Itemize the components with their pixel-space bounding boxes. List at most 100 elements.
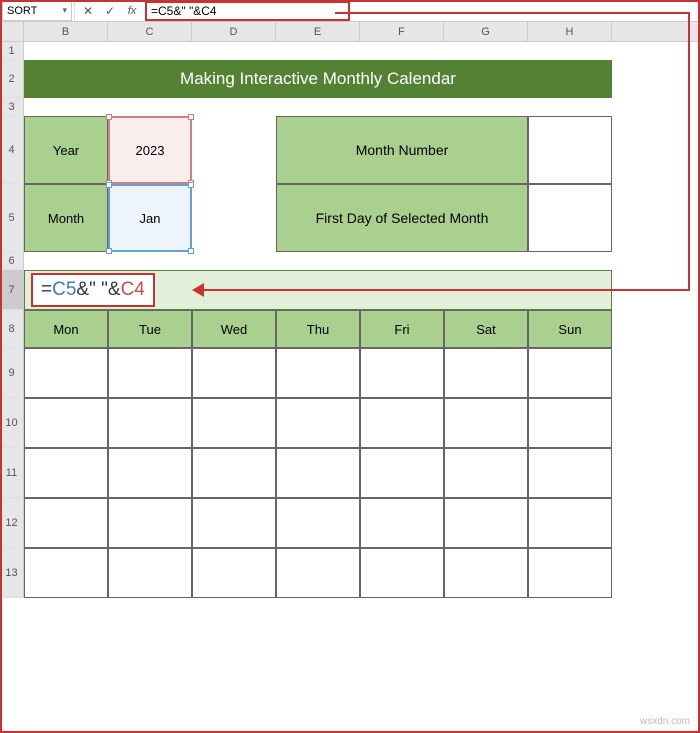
calendar-cell[interactable]	[528, 498, 612, 548]
calendar-row	[24, 498, 612, 548]
row-header-7[interactable]: 7	[0, 270, 24, 310]
month-value-cell[interactable]: Jan	[108, 184, 192, 252]
day-header-sun[interactable]: Sun	[528, 310, 612, 348]
calendar-cell[interactable]	[24, 398, 108, 448]
annotation-arrow	[688, 12, 690, 290]
formula-string: " "	[89, 279, 108, 300]
formula-amp: &	[76, 279, 89, 300]
col-header-E[interactable]: E	[276, 22, 360, 41]
calendar-cell[interactable]	[444, 398, 528, 448]
confirm-icon[interactable]: ✓	[103, 4, 117, 18]
year-label-cell[interactable]: Year	[24, 116, 108, 184]
sheet-area[interactable]: Making Interactive Monthly Calendar Year…	[24, 42, 700, 598]
day-header-mon[interactable]: Mon	[24, 310, 108, 348]
calendar-cell[interactable]	[444, 498, 528, 548]
calendar-cell[interactable]	[528, 348, 612, 398]
calendar-cell[interactable]	[360, 448, 444, 498]
calendar-cell[interactable]	[528, 398, 612, 448]
row-header-5[interactable]: 5	[0, 184, 24, 252]
first-day-value[interactable]	[528, 184, 612, 252]
col-header-D[interactable]: D	[192, 22, 276, 41]
calendar-cell[interactable]	[192, 498, 276, 548]
row-header-9[interactable]: 9	[0, 348, 24, 398]
year-value-cell[interactable]: 2023	[108, 116, 192, 184]
calendar-cell[interactable]	[108, 348, 192, 398]
calendar-cell[interactable]	[444, 448, 528, 498]
name-box-value: SORT	[7, 5, 37, 17]
day-header-fri[interactable]: Fri	[360, 310, 444, 348]
row-header-11[interactable]: 11	[0, 448, 24, 498]
month-number-label[interactable]: Month Number	[276, 116, 528, 184]
calendar-cell[interactable]	[108, 448, 192, 498]
calendar-cell[interactable]	[192, 448, 276, 498]
calendar-cell[interactable]	[528, 548, 612, 598]
calendar-row	[24, 348, 612, 398]
selection-handle	[188, 114, 194, 120]
row-header-10[interactable]: 10	[0, 398, 24, 448]
calendar-cell[interactable]	[24, 348, 108, 398]
day-header-sat[interactable]: Sat	[444, 310, 528, 348]
first-day-label[interactable]: First Day of Selected Month	[276, 184, 528, 252]
calendar-cell[interactable]	[108, 498, 192, 548]
day-header-tue[interactable]: Tue	[108, 310, 192, 348]
formula-amp: &	[108, 279, 121, 300]
calendar-row	[24, 548, 612, 598]
row-header-4[interactable]: 4	[0, 116, 24, 184]
calendar-cell[interactable]	[108, 548, 192, 598]
calendar-cell[interactable]	[192, 548, 276, 598]
dropdown-icon[interactable]: ▾	[62, 5, 67, 16]
fx-icon[interactable]: fx	[125, 5, 139, 17]
calendar-cell[interactable]	[276, 498, 360, 548]
day-header-wed[interactable]: Wed	[192, 310, 276, 348]
input-table: Year Month 2023 Jan	[24, 116, 192, 252]
row-header-6[interactable]: 6	[0, 252, 24, 270]
annotation-arrow	[335, 12, 690, 14]
row-header-13[interactable]: 13	[0, 548, 24, 598]
day-header-thu[interactable]: Thu	[276, 310, 360, 348]
calendar-cell[interactable]	[192, 398, 276, 448]
col-header-G[interactable]: G	[444, 22, 528, 41]
row-header-3[interactable]: 3	[0, 98, 24, 116]
col-header-C[interactable]: C	[108, 22, 192, 41]
calendar-cell[interactable]	[360, 348, 444, 398]
calendar-day-headers: Mon Tue Wed Thu Fri Sat Sun	[24, 310, 612, 348]
calendar-cell[interactable]	[444, 548, 528, 598]
row-header-8[interactable]: 8	[0, 310, 24, 348]
row-header-12[interactable]: 12	[0, 498, 24, 548]
col-header-B[interactable]: B	[24, 22, 108, 41]
calendar-cell[interactable]	[360, 398, 444, 448]
calendar-cell[interactable]	[276, 348, 360, 398]
year-value: 2023	[136, 143, 165, 158]
calendar-cell[interactable]	[108, 398, 192, 448]
calendar-cell[interactable]	[24, 498, 108, 548]
calendar-cell[interactable]	[360, 548, 444, 598]
selection-handle	[188, 248, 194, 254]
col-header-H[interactable]: H	[528, 22, 612, 41]
calendar-cell[interactable]	[24, 448, 108, 498]
row-header-1[interactable]: 1	[0, 42, 24, 60]
row-header-2[interactable]: 2	[0, 60, 24, 98]
calendar-cell[interactable]	[444, 348, 528, 398]
title-banner[interactable]: Making Interactive Monthly Calendar	[24, 60, 612, 98]
selection-handle	[106, 114, 112, 120]
selection-handle	[188, 182, 194, 188]
calendar-cell[interactable]	[528, 448, 612, 498]
formula-editing-overlay: =C5&" "&C4	[31, 273, 155, 307]
cancel-icon[interactable]: ✕	[81, 4, 95, 18]
calendar-cell[interactable]	[360, 498, 444, 548]
month-label-cell[interactable]: Month	[24, 184, 108, 252]
calendar-cell[interactable]	[276, 398, 360, 448]
calendar-cell[interactable]	[276, 448, 360, 498]
row-headers: 1 2 3 4 5 6 7 8 9 10 11 12 13	[0, 42, 24, 598]
calendar-cell[interactable]	[276, 548, 360, 598]
month-value: Jan	[140, 211, 161, 226]
formula-bar: SORT ▾ ✕ ✓ fx =C5&" "&C4	[0, 0, 700, 22]
select-all-corner[interactable]	[0, 22, 24, 41]
col-header-F[interactable]: F	[360, 22, 444, 41]
selection-handle	[106, 182, 112, 188]
name-box[interactable]: SORT ▾	[2, 1, 72, 21]
calendar-cell[interactable]	[24, 548, 108, 598]
formula-input[interactable]: =C5&" "&C4	[145, 1, 350, 21]
calendar-cell[interactable]	[192, 348, 276, 398]
month-number-value[interactable]	[528, 116, 612, 184]
